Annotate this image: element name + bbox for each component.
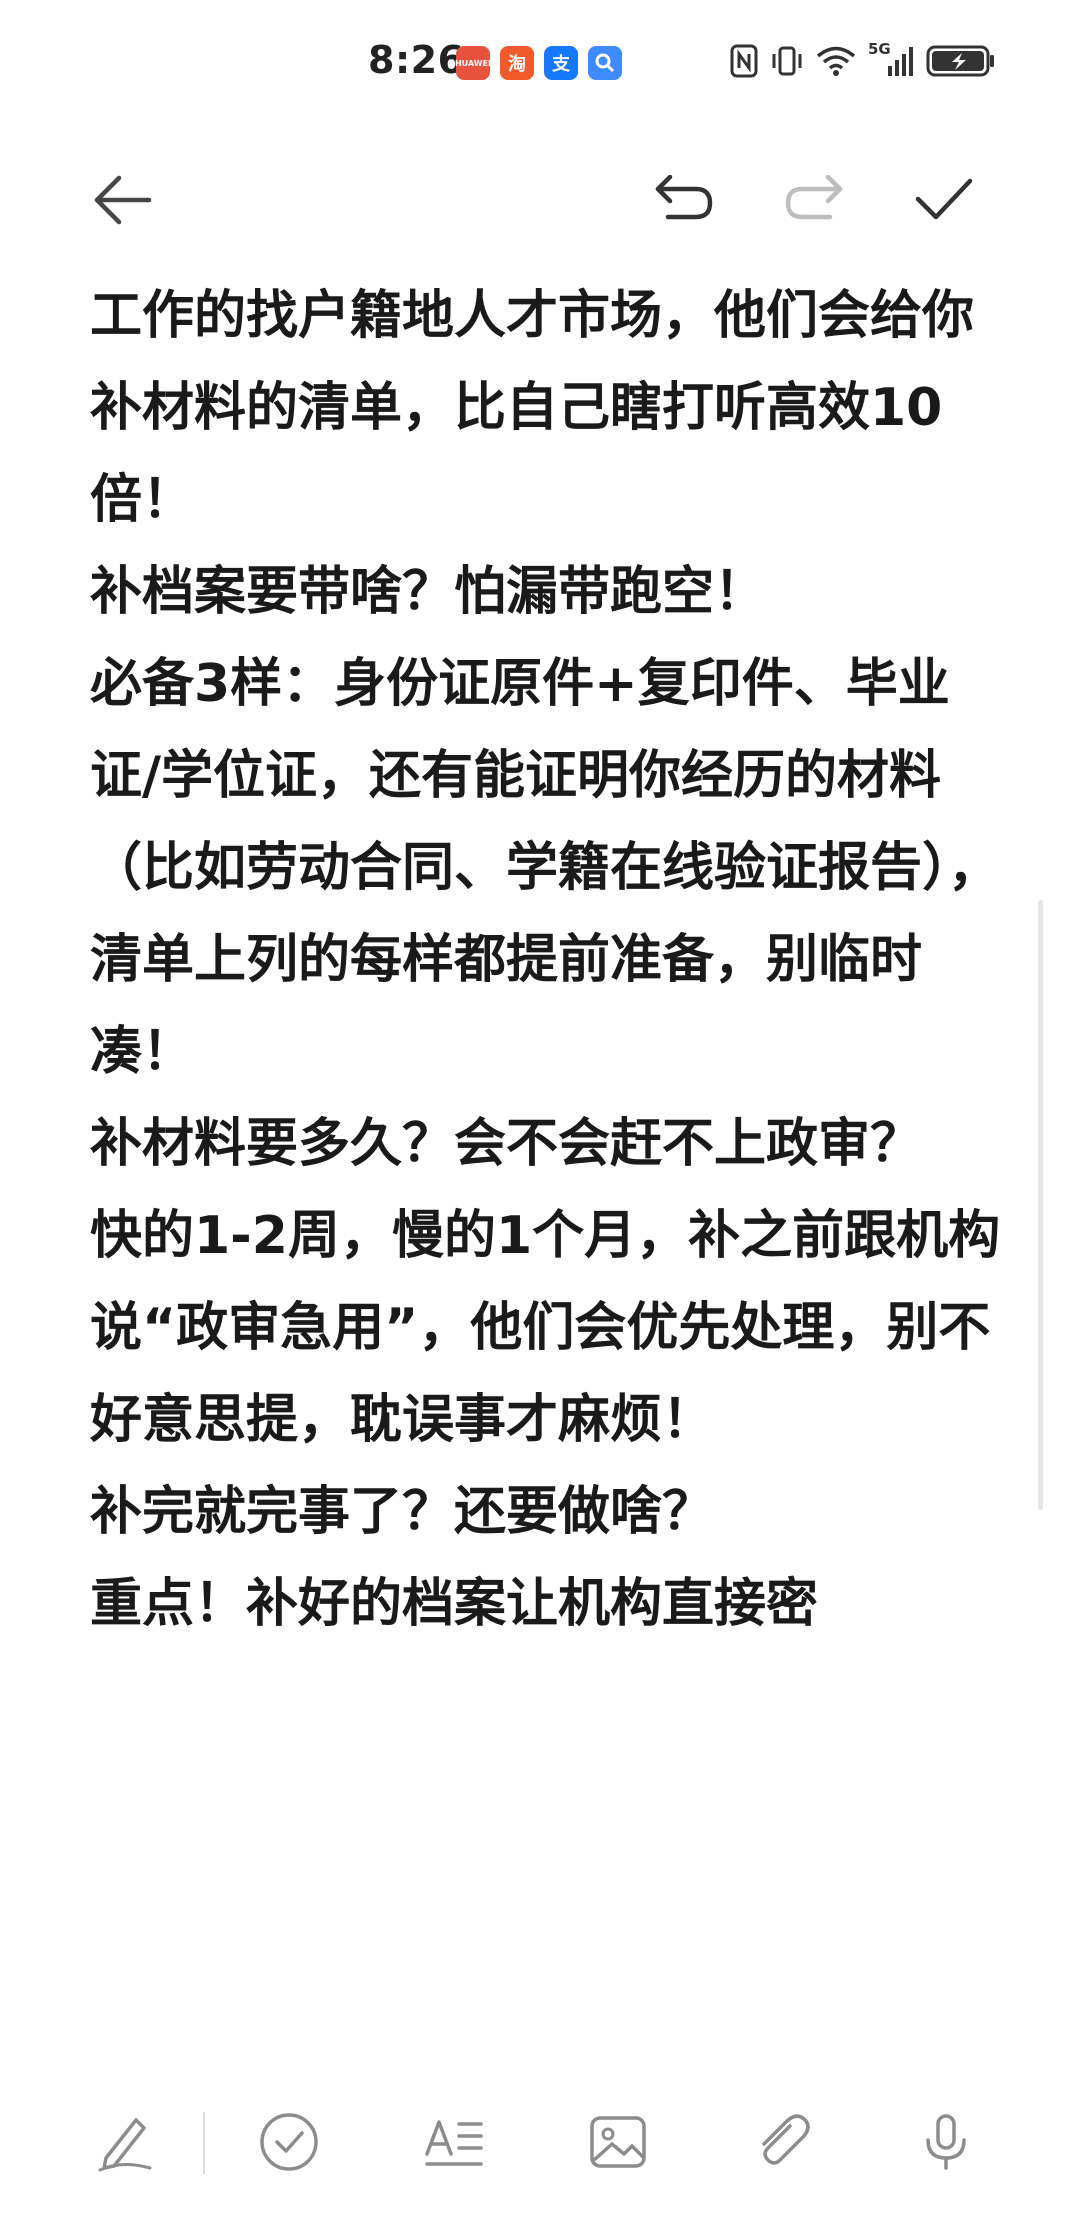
back-arrow-icon [94,175,152,225]
taobao-icon: 淘 [500,46,534,80]
microphone-icon [926,2114,966,2170]
editor-toolbar [0,140,1080,250]
notification-icons: HUAWEI 淘 支 [455,46,622,80]
status-bar: 8:26 HUAWEI 淘 支 5G [0,0,1080,130]
check-icon [915,178,973,220]
checklist-icon [260,2113,318,2171]
checklist-button[interactable] [247,2100,331,2184]
signal-icon: 5G [868,40,914,78]
search-app-icon [588,46,622,80]
note-paragraph: 补完就完事了？还要做啥？ [90,1482,715,1542]
redo-button[interactable] [774,160,854,240]
note-paragraph: 工作的找户籍地人才市场，他们会给你补材料的清单，比自己瞎打听高效10倍！ [90,286,975,530]
battery-charging-icon [926,45,994,77]
status-time: 8:26 [368,38,465,82]
vibrate-icon [772,46,802,76]
done-button[interactable] [904,160,984,240]
note-body[interactable]: 工作的找户籍地人才市场，他们会给你补材料的清单，比自己瞎打听高效10倍！ 补档案… [90,270,1005,2050]
toolbar-divider [203,2112,205,2174]
attachment-button[interactable] [740,2100,824,2184]
voice-input-button[interactable] [904,2100,988,2184]
bottom-toolbar [0,2060,1080,2228]
insert-image-button[interactable] [576,2100,660,2184]
note-paragraph: 快的1-2周，慢的1个月，补之前跟机构说“政审急用”，他们会优先处理，别不好意思… [90,1206,1001,1450]
undo-icon [655,175,713,220]
handwriting-button[interactable] [82,2100,166,2184]
attachment-icon [762,2114,810,2165]
wifi-icon [816,46,856,76]
redo-icon [785,175,843,220]
handwriting-icon [98,2118,152,2172]
text-format-button[interactable] [412,2100,496,2184]
note-paragraph: 补材料要多久？会不会赶不上政审？ [90,1114,923,1174]
back-button[interactable] [82,160,162,240]
note-paragraph: 补档案要带啥？怕漏带跑空！ [90,562,767,622]
image-icon [590,2116,646,2168]
text-format-icon [425,2120,483,2166]
undo-button[interactable] [644,160,724,240]
note-paragraph: 重点！补好的档案让机构直接密 [90,1574,819,1634]
alipay-icon: 支 [544,46,578,80]
huawei-icon: HUAWEI [455,46,491,80]
note-paragraph: 必备3样：身份证原件+复印件、毕业证/学位证，还有能证明你经历的材料（比如劳动合… [90,654,1001,1082]
scrollbar[interactable] [1038,900,1043,1510]
system-icons: 5G [730,40,996,78]
nfc-icon [730,44,758,78]
